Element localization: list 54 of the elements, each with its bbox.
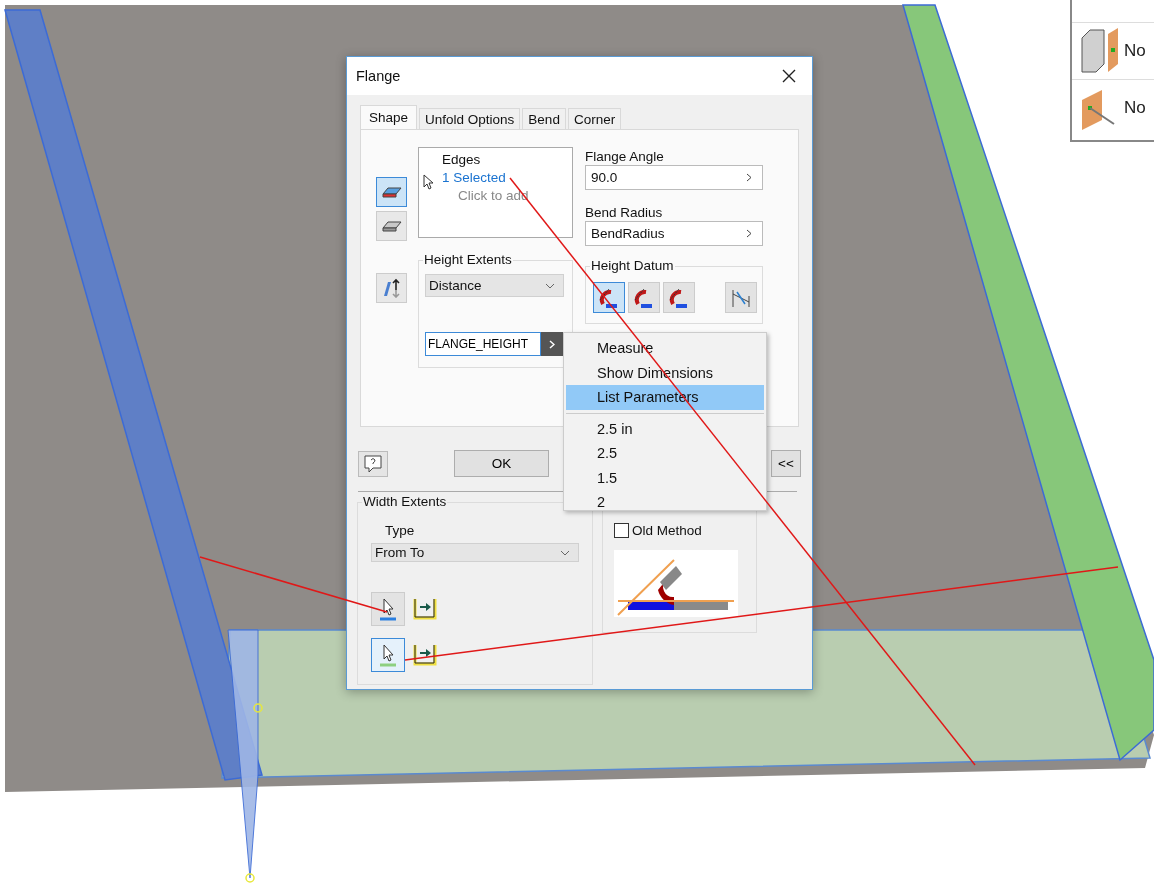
close-icon[interactable] bbox=[782, 69, 796, 83]
type-label: Type bbox=[385, 523, 416, 538]
chevron-right-icon bbox=[746, 173, 752, 182]
face-edge-mode-button[interactable] bbox=[376, 211, 407, 241]
field-label: Bend Radius bbox=[585, 205, 664, 220]
width-type-dropdown[interactable]: From To bbox=[371, 543, 579, 562]
group-label: Width Extents bbox=[362, 494, 448, 509]
ok-button[interactable]: OK bbox=[454, 450, 549, 477]
side-item-label: No bbox=[1124, 98, 1146, 118]
height-input[interactable]: FLANGE_HEIGHT bbox=[425, 332, 541, 356]
cursor-icon bbox=[378, 643, 398, 667]
group-label: Height Extents bbox=[423, 252, 513, 267]
bend-radius-field[interactable]: BendRadius bbox=[585, 221, 763, 246]
checkbox-label: Old Method bbox=[632, 523, 702, 538]
menu-item[interactable]: 2.5 bbox=[566, 441, 764, 466]
flip-arrows-icon bbox=[381, 278, 402, 298]
tab[interactable]: Shape bbox=[360, 105, 418, 129]
height-extents-dropdown[interactable]: Distance bbox=[425, 274, 564, 297]
edges-label: Edges bbox=[442, 152, 482, 167]
help-bubble-icon bbox=[363, 453, 383, 474]
dimension-button[interactable] bbox=[725, 282, 757, 313]
pick-cursor-button[interactable] bbox=[371, 638, 405, 672]
face-edge-mode-button[interactable] bbox=[376, 177, 407, 207]
arrow-into-bracket-icon[interactable] bbox=[413, 598, 437, 620]
menu-item[interactable]: 2 bbox=[566, 490, 764, 515]
chevron-right-icon bbox=[746, 229, 752, 238]
tab[interactable]: Corner bbox=[567, 108, 622, 129]
pick-cursor-button[interactable] bbox=[371, 592, 405, 626]
chevron-right-icon bbox=[549, 339, 555, 349]
flip-direction-button[interactable] bbox=[376, 273, 407, 303]
arrow-into-bracket-icon[interactable] bbox=[413, 644, 437, 666]
datum-option-button[interactable] bbox=[663, 282, 695, 313]
plate-icon bbox=[381, 186, 402, 198]
cursor-icon bbox=[378, 597, 398, 621]
chevron-down-icon bbox=[560, 549, 570, 556]
checkbox[interactable] bbox=[614, 523, 629, 538]
side-item-label: No bbox=[1124, 41, 1146, 61]
group-label: Height Datum bbox=[590, 258, 675, 273]
menu-item[interactable]: 1.5 bbox=[566, 465, 764, 490]
cursor-icon bbox=[423, 174, 434, 190]
collapse-button[interactable]: << bbox=[771, 450, 801, 477]
chevron-down-icon bbox=[545, 282, 555, 289]
menu-item[interactable]: 2.5 in bbox=[566, 416, 764, 441]
arrow-button[interactable] bbox=[541, 332, 563, 356]
selection-count[interactable]: 1 Selected bbox=[442, 170, 529, 185]
tab[interactable]: Unfold Options bbox=[419, 108, 521, 129]
datum-option-button[interactable] bbox=[628, 282, 660, 313]
help-button[interactable] bbox=[358, 450, 388, 477]
field-label: Flange Angle bbox=[585, 149, 665, 164]
tab[interactable]: Bend bbox=[522, 108, 566, 129]
plate-icon bbox=[381, 220, 402, 232]
flange-angle-field[interactable]: 90.0 bbox=[585, 165, 763, 190]
datum-option-button[interactable] bbox=[593, 282, 625, 313]
window-title: Flange bbox=[356, 68, 401, 84]
